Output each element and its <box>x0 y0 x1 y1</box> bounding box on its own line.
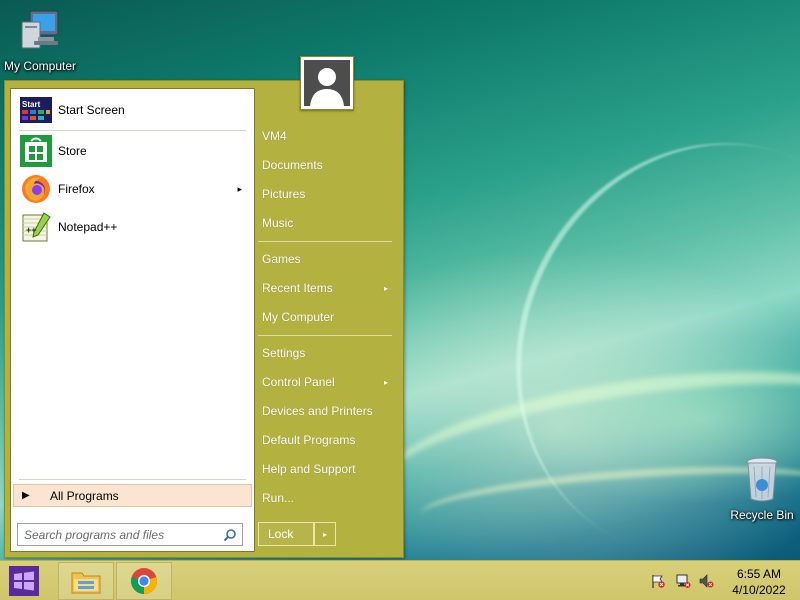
start-menu-programs-pane: Start Start Screen Store Firefox ▸ ++ No… <box>10 88 255 552</box>
desktop-icon-label: My Computer <box>3 59 77 73</box>
menu-item-label: Documents <box>262 158 323 172</box>
separator <box>19 479 246 480</box>
taskbar-chrome[interactable] <box>116 562 172 600</box>
clock-time: 6:55 AM <box>736 567 782 581</box>
menu-item-label: My Computer <box>262 310 335 324</box>
program-label: Start Screen <box>58 103 125 117</box>
separator <box>19 130 246 131</box>
lock-label: Lock <box>268 527 294 541</box>
menu-item-run[interactable]: Run... <box>254 485 394 511</box>
menu-item-recent-items[interactable]: Recent Items ▸ <box>254 275 394 301</box>
menu-item-label: VM4 <box>262 129 287 143</box>
desktop-icon-recycle-bin[interactable]: Recycle Bin <box>722 455 800 522</box>
program-label: Store <box>58 144 87 158</box>
user-avatar[interactable] <box>300 56 354 110</box>
desktop-icon-label: Recycle Bin <box>730 508 794 522</box>
menu-item-devices-and-printers[interactable]: Devices and Printers <box>254 398 394 424</box>
menu-item-music[interactable]: Music <box>254 210 394 236</box>
svg-text:++: ++ <box>26 225 37 235</box>
program-start-screen[interactable]: Start Start Screen <box>14 92 252 128</box>
submenu-arrow-icon: ▸ <box>237 183 242 194</box>
svg-text:Start: Start <box>22 100 41 109</box>
menu-item-vm4[interactable]: VM4 <box>254 123 394 149</box>
submenu-arrow-icon: ▸ <box>383 377 388 387</box>
menu-item-label: Music <box>262 216 294 230</box>
all-programs-button[interactable]: ▶ All Programs <box>13 484 252 507</box>
menu-item-control-panel[interactable]: Control Panel ▸ <box>254 369 394 395</box>
start-button[interactable] <box>0 561 48 600</box>
taskbar-clock[interactable]: 6:55 AM 4/10/2022 <box>722 566 796 598</box>
menu-item-documents[interactable]: Documents <box>254 152 394 178</box>
menu-item-settings[interactable]: Settings <box>254 340 394 366</box>
taskbar-file-explorer[interactable] <box>58 562 114 600</box>
search-input[interactable] <box>24 527 214 542</box>
chrome-icon <box>131 568 157 594</box>
search-box[interactable] <box>17 523 243 546</box>
taskbar: 6:55 AM 4/10/2022 <box>0 560 800 600</box>
all-programs-label: All Programs <box>50 488 119 503</box>
menu-item-label: Recent Items <box>262 281 333 295</box>
menu-item-help-and-support[interactable]: Help and Support <box>254 456 394 482</box>
program-firefox[interactable]: Firefox ▸ <box>14 171 252 207</box>
program-notepadpp[interactable]: ++ Notepad++ <box>14 209 252 245</box>
menu-item-label: Pictures <box>262 187 306 201</box>
desktop-icon-my-computer[interactable]: My Computer <box>0 8 80 73</box>
menu-item-label: Settings <box>262 346 306 360</box>
program-label: Notepad++ <box>58 220 118 234</box>
expand-triangle-icon: ▶ <box>22 490 30 501</box>
wallpaper-swoosh <box>372 344 800 556</box>
separator <box>258 241 392 242</box>
user-silhouette-icon <box>304 60 350 106</box>
chevron-right-icon: ▸ <box>322 529 327 539</box>
menu-item-my-computer[interactable]: My Computer <box>254 304 394 330</box>
submenu-arrow-icon: ▸ <box>383 283 388 293</box>
menu-item-default-programs[interactable]: Default Programs <box>254 427 394 453</box>
notepadpp-icon: ++ <box>20 211 52 243</box>
recycle-bin-icon <box>746 457 778 502</box>
network-icon[interactable] <box>675 573 691 589</box>
program-label: Firefox <box>58 182 95 196</box>
separator <box>258 335 392 336</box>
menu-item-label: Default Programs <box>262 433 356 447</box>
file-explorer-icon <box>71 572 101 594</box>
windows-logo-icon <box>9 566 39 596</box>
store-icon <box>20 135 52 167</box>
menu-item-games[interactable]: Games <box>254 246 394 272</box>
menu-item-label: Help and Support <box>262 462 356 476</box>
computer-icon <box>21 10 59 49</box>
action-center-flag-icon[interactable] <box>650 573 666 589</box>
volume-muted-icon[interactable] <box>698 573 714 589</box>
menu-item-label: Devices and Printers <box>262 404 373 418</box>
menu-item-label: Run... <box>262 491 295 505</box>
firefox-icon <box>20 173 52 205</box>
power-options-arrow-button[interactable]: ▸ <box>314 522 336 546</box>
clock-date: 4/10/2022 <box>732 583 786 597</box>
start-screen-icon: Start <box>20 94 52 126</box>
menu-item-label: Games <box>262 252 301 266</box>
search-icon[interactable] <box>223 528 237 542</box>
menu-item-label: Control Panel <box>262 375 335 389</box>
program-store[interactable]: Store <box>14 133 252 169</box>
menu-item-pictures[interactable]: Pictures <box>254 181 394 207</box>
lock-button[interactable]: Lock <box>258 522 314 546</box>
